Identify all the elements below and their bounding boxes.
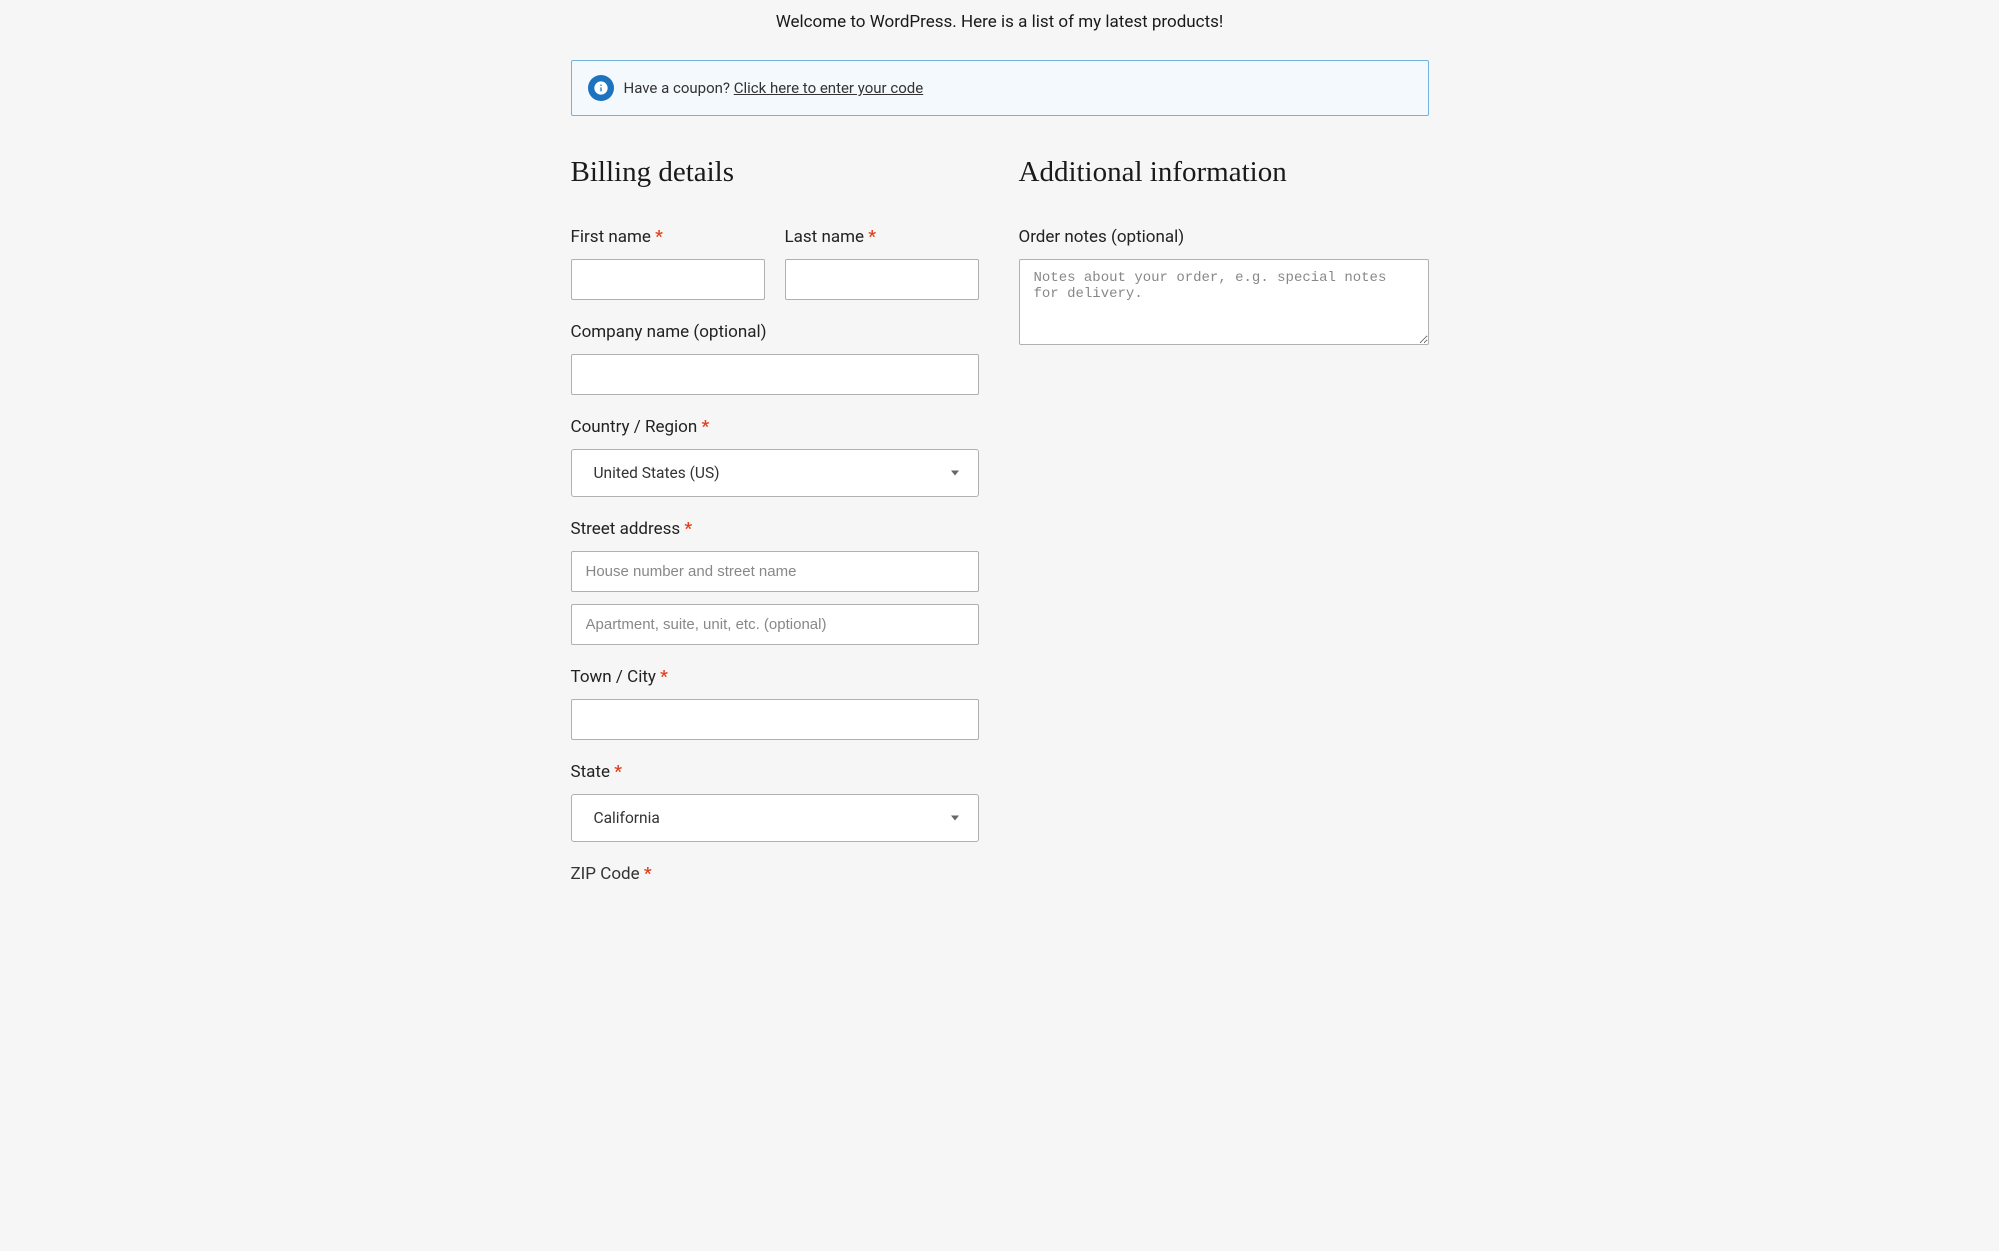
required-mark: * xyxy=(655,227,663,247)
zip-label: ZIP Code * xyxy=(571,864,979,884)
billing-heading: Billing details xyxy=(571,156,979,189)
state-label: State * xyxy=(571,762,979,782)
order-notes-field[interactable] xyxy=(1019,259,1429,345)
additional-heading: Additional information xyxy=(1019,156,1429,189)
required-mark: * xyxy=(660,667,668,687)
required-mark: * xyxy=(701,417,709,437)
company-label: Company name (optional) xyxy=(571,322,979,342)
required-mark: * xyxy=(614,762,622,782)
coupon-prompt: Have a coupon? xyxy=(624,79,734,97)
company-field[interactable] xyxy=(571,354,979,395)
first-name-label: First name * xyxy=(571,227,765,247)
coupon-link[interactable]: Click here to enter your code xyxy=(734,79,923,97)
state-select[interactable]: California xyxy=(571,794,979,842)
first-name-field[interactable] xyxy=(571,259,765,300)
street-line1-field[interactable] xyxy=(571,551,979,592)
last-name-field[interactable] xyxy=(785,259,979,300)
street-line2-field[interactable] xyxy=(571,604,979,645)
country-select[interactable]: United States (US) xyxy=(571,449,979,497)
coupon-text: Have a coupon? Click here to enter your … xyxy=(624,79,924,97)
city-label: Town / City * xyxy=(571,667,979,687)
required-mark: * xyxy=(684,519,692,539)
city-field[interactable] xyxy=(571,699,979,740)
country-label: Country / Region * xyxy=(571,417,979,437)
order-notes-label: Order notes (optional) xyxy=(1019,227,1429,247)
intro-text: Welcome to WordPress. Here is a list of … xyxy=(571,12,1429,32)
street-label: Street address * xyxy=(571,519,979,539)
last-name-label: Last name * xyxy=(785,227,979,247)
required-mark: * xyxy=(868,227,876,247)
info-icon xyxy=(588,75,614,101)
required-mark: * xyxy=(644,864,652,884)
coupon-notice: Have a coupon? Click here to enter your … xyxy=(571,60,1429,116)
